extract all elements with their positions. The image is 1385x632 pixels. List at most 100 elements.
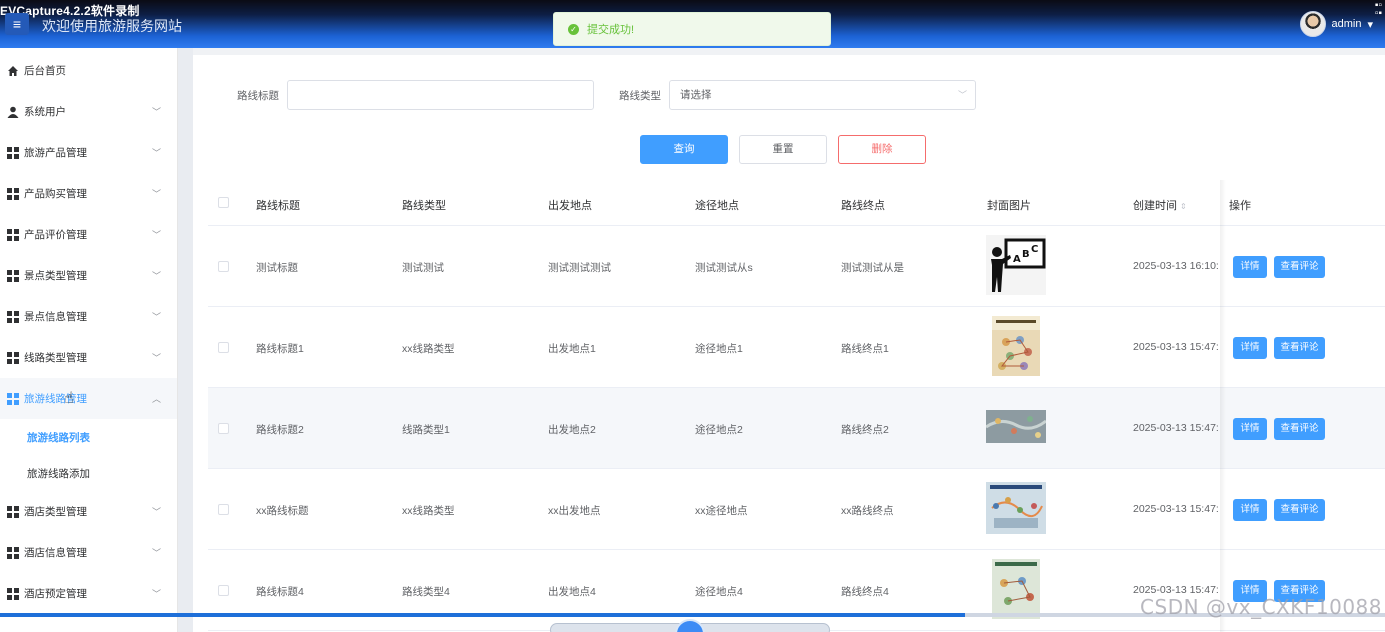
detail-button[interactable]: 详情 xyxy=(1233,418,1267,440)
success-toast: ✓ 提交成功! xyxy=(553,12,831,46)
sidebar-item-label: 景点信息管理 xyxy=(24,311,87,323)
sidebar-item-reviews[interactable]: 产品评价管理 ﹀ xyxy=(0,214,177,255)
view-comments-button[interactable]: 查看评论 xyxy=(1274,499,1325,521)
user-menu[interactable]: admin ▾ xyxy=(1299,10,1373,38)
chevron-down-icon: ﹀ xyxy=(151,271,161,281)
cell-created: 2025-03-13 15:47: xyxy=(1133,341,1219,353)
sidebar-item-hotel-types[interactable]: 酒店类型管理 ﹀ xyxy=(0,491,177,532)
svg-text:B: B xyxy=(1022,249,1030,260)
view-comments-button[interactable]: 查看评论 xyxy=(1274,337,1325,359)
chevron-down-icon: ﹀ xyxy=(151,312,161,322)
cell-title: 路线标题4 xyxy=(256,586,304,598)
submenu-route-add[interactable]: 旅游线路添加 xyxy=(0,455,177,491)
col-route-type: 路线类型 xyxy=(402,200,446,212)
toast-message: 提交成功! xyxy=(587,24,635,36)
sidebar-item-label: 线路类型管理 xyxy=(24,352,87,364)
row-checkbox[interactable] xyxy=(218,423,229,434)
cell-start: xx出发地点 xyxy=(548,505,601,517)
cell-via: 途径地点1 xyxy=(695,343,743,355)
grid-icon xyxy=(7,228,19,241)
cell-created: 2025-03-13 16:10: xyxy=(1133,260,1219,272)
avatar[interactable] xyxy=(1299,11,1326,37)
row-checkbox[interactable] xyxy=(218,342,229,353)
table-row: 路线标题1 xx线路类型 出发地点1 途径地点1 路线终点1 2025-03-1… xyxy=(208,307,1385,388)
sidebar-item-system-users[interactable]: 系统用户 ﹀ xyxy=(0,91,177,132)
route-title-label: 路线标题 xyxy=(237,90,279,102)
view-comments-button[interactable]: 查看评论 xyxy=(1274,418,1325,440)
cover-image xyxy=(992,316,1040,376)
col-cover: 封面图片 xyxy=(987,200,1031,212)
route-type-select[interactable]: 请选择 ﹀ xyxy=(669,80,976,110)
col-actions: 操作 xyxy=(1229,200,1251,212)
cell-title: xx路线标题 xyxy=(256,505,309,517)
chevron-down-icon: ﹀ xyxy=(151,189,161,199)
sidebar-item-route-types[interactable]: 线路类型管理 ﹀ xyxy=(0,337,177,378)
sidebar-item-home[interactable]: 后台首页 xyxy=(0,50,177,91)
sidebar-scroll-gutter[interactable] xyxy=(178,48,193,632)
sidebar-item-products[interactable]: 旅游产品管理 ﹀ xyxy=(0,132,177,173)
row-checkbox[interactable] xyxy=(218,585,229,596)
cell-end: 测试测试从是 xyxy=(841,262,904,274)
watermark: CSDN @vx_CXKF10088 xyxy=(1140,595,1382,619)
route-type-placeholder: 请选择 xyxy=(680,89,712,101)
cell-start: 测试测试测试 xyxy=(548,262,611,274)
col-end: 路线终点 xyxy=(841,200,885,212)
sidebar-item-scenic-types[interactable]: 景点类型管理 ﹀ xyxy=(0,255,177,296)
main-panel: 路线标题 路线类型 请选择 ﹀ 查询 重置 删除 路线标题 路线类型 出发地点 … xyxy=(193,55,1385,632)
cell-type: 测试测试 xyxy=(402,262,444,274)
grid-icon xyxy=(7,351,19,364)
chevron-down-icon: ﹀ xyxy=(151,589,161,599)
sidebar-item-label: 酒店信息管理 xyxy=(24,547,87,559)
sidebar-item-label: 产品评价管理 xyxy=(24,229,87,241)
user-name[interactable]: admin xyxy=(1332,18,1362,30)
grid-icon xyxy=(7,505,19,518)
cell-start: 出发地点1 xyxy=(548,343,596,355)
grid-icon xyxy=(7,587,19,600)
sidebar: 后台首页 系统用户 ﹀ 旅游产品管理 ﹀ 产品购买管理 ﹀ 产品评价管理 ﹀ 景… xyxy=(0,48,178,632)
cover-image xyxy=(986,410,1046,443)
sidebar-item-label: 酒店预定管理 xyxy=(24,588,87,600)
detail-button[interactable]: 详情 xyxy=(1233,256,1267,278)
sidebar-item-label: 景点类型管理 xyxy=(24,270,87,282)
grid-icon xyxy=(7,546,19,559)
menu-toggle-button[interactable]: ≡ xyxy=(5,13,29,35)
search-form: 路线标题 路线类型 请选择 ﹀ xyxy=(193,80,1385,110)
cell-type: xx线路类型 xyxy=(402,343,455,355)
view-comments-button[interactable]: 查看评论 xyxy=(1274,256,1325,278)
sidebar-item-routes[interactable]: 旅游线路管理 ︿ xyxy=(0,378,177,419)
reset-button[interactable]: 重置 xyxy=(739,135,827,164)
detail-button[interactable]: 详情 xyxy=(1233,499,1267,521)
cell-type: xx线路类型 xyxy=(402,505,455,517)
cell-title: 路线标题1 xyxy=(256,343,304,355)
row-checkbox[interactable] xyxy=(218,504,229,515)
sidebar-item-purchases[interactable]: 产品购买管理 ﹀ xyxy=(0,173,177,214)
detail-button[interactable]: 详情 xyxy=(1233,337,1267,359)
sidebar-item-hotel-info[interactable]: 酒店信息管理 ﹀ xyxy=(0,532,177,573)
select-all-checkbox[interactable] xyxy=(218,197,229,208)
route-title-input[interactable] xyxy=(287,80,594,110)
col-created[interactable]: 创建时间 ⇕ xyxy=(1133,197,1187,213)
sort-icon[interactable]: ⇕ xyxy=(1180,202,1187,211)
sidebar-item-hotel-booking[interactable]: 酒店预定管理 ﹀ xyxy=(0,573,177,614)
cell-start: 出发地点4 xyxy=(548,586,596,598)
cell-via: 途径地点4 xyxy=(695,586,743,598)
scrollbar-thumb[interactable] xyxy=(0,613,965,617)
row-checkbox[interactable] xyxy=(218,261,229,272)
svg-text:A: A xyxy=(1013,254,1021,265)
hamburger-icon: ≡ xyxy=(12,16,22,32)
cover-image xyxy=(992,559,1040,619)
chevron-down-icon: ﹀ xyxy=(957,90,967,100)
cell-via: 测试测试从s xyxy=(695,262,753,274)
sidebar-item-scenic-info[interactable]: 景点信息管理 ﹀ xyxy=(0,296,177,337)
col-created-label: 创建时间 xyxy=(1133,200,1177,212)
query-button[interactable]: 查询 xyxy=(640,135,728,164)
cell-created: 2025-03-13 15:47: xyxy=(1133,503,1219,515)
cover-image: A B C xyxy=(986,235,1046,295)
cell-via: xx途径地点 xyxy=(695,505,748,517)
table-row: 测试标题 测试测试 测试测试测试 测试测试从s 测试测试从是 A B C 202… xyxy=(208,226,1385,307)
grid-icon xyxy=(7,269,19,282)
col-via: 途径地点 xyxy=(695,200,739,212)
fullscreen-icon[interactable]: ▪▫ ▫▪ xyxy=(1375,1,1382,19)
delete-button[interactable]: 删除 xyxy=(838,135,926,164)
submenu-route-list[interactable]: 旅游线路列表 xyxy=(0,419,177,455)
